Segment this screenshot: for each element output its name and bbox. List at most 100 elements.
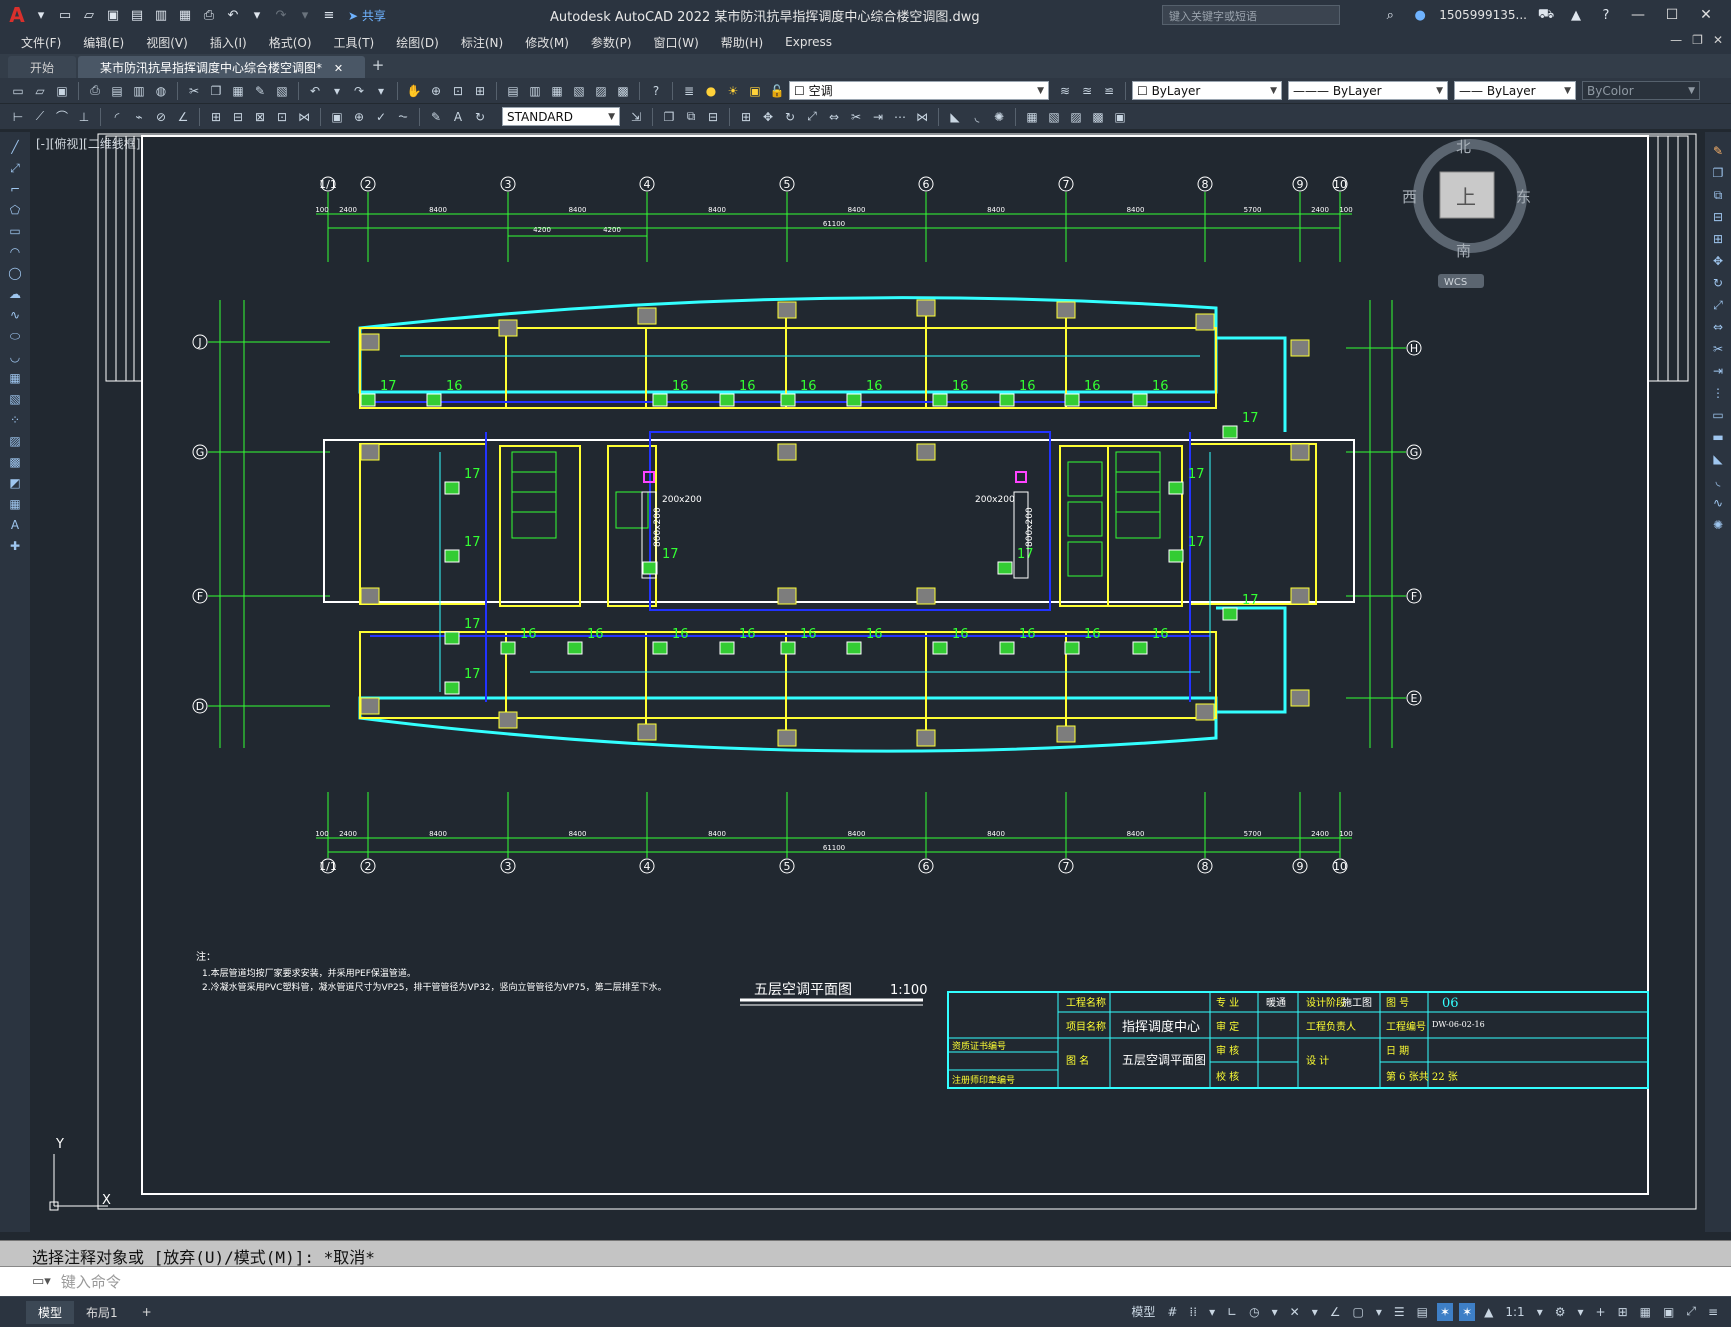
plotstyle-dropdown[interactable]: ByColor ▼ <box>1582 81 1700 100</box>
model-space-button[interactable]: 模型 <box>1128 1301 1158 1322</box>
match-properties-icon[interactable]: ✎ <box>250 81 270 101</box>
quick-properties-icon[interactable]: ▦ <box>1637 1303 1654 1321</box>
customization-icon[interactable]: ≡ <box>1705 1303 1721 1321</box>
layer-thaw-icon[interactable]: ☀ <box>723 81 743 101</box>
search-input[interactable]: 键入关键字或短语 <box>1162 5 1340 25</box>
polar-icon[interactable]: ◷ <box>1246 1303 1262 1321</box>
print-icon[interactable]: ⎙ <box>85 81 105 101</box>
lock-ui-icon[interactable]: ▣ <box>1660 1303 1677 1321</box>
construction-line-icon[interactable]: ⤢ <box>5 159 25 177</box>
break-right-icon[interactable]: ▭ <box>1708 406 1728 424</box>
menu-file[interactable]: 文件(F) <box>10 34 72 51</box>
3d-print-icon[interactable]: ◍ <box>151 81 171 101</box>
polar-dropdown-icon[interactable]: ▾ <box>1269 1303 1281 1321</box>
layer-on-icon[interactable]: ● <box>701 81 721 101</box>
make-current-layer-icon[interactable]: ≋ <box>1055 81 1075 101</box>
join-icon[interactable]: ⋈ <box>912 107 932 127</box>
inspect-icon[interactable]: ✓ <box>371 107 391 127</box>
region-icon[interactable]: ◩ <box>5 474 25 492</box>
stretch-right-icon[interactable]: ⇔ <box>1708 318 1728 336</box>
center-mark-icon[interactable]: ⊕ <box>349 107 369 127</box>
insert-block-left-icon[interactable]: ▦ <box>5 369 25 387</box>
auto-scale-icon[interactable]: ✶ <box>1459 1302 1476 1321</box>
undo-toolbar-icon[interactable]: ↶ <box>305 81 325 101</box>
rectangle-icon[interactable]: ▭ <box>5 222 25 240</box>
command-placeholder[interactable]: 键入命令 <box>61 1271 121 1292</box>
gradient-icon[interactable]: ▩ <box>5 453 25 471</box>
print-preview-icon[interactable]: ▤ <box>107 81 127 101</box>
design-center-icon[interactable]: ▥ <box>525 81 545 101</box>
minimize-button[interactable]: — <box>1625 7 1651 23</box>
redo-dropdown-icon[interactable]: ▾ <box>294 4 316 26</box>
help-icon[interactable]: ? <box>1595 4 1617 26</box>
blend-curves-icon[interactable]: ∿ <box>1708 494 1728 512</box>
app-menu-dropdown-icon[interactable]: ▾ <box>30 4 52 26</box>
user-icon[interactable]: ● <box>1409 4 1431 26</box>
viewcube-south[interactable]: 南 <box>1456 242 1471 260</box>
make-block-left-icon[interactable]: ▧ <box>5 390 25 408</box>
add-layout-button[interactable]: + <box>130 1302 164 1322</box>
ortho-icon[interactable]: ∟ <box>1224 1303 1240 1321</box>
line-icon[interactable]: ╱ <box>5 138 25 156</box>
tab-close-icon[interactable]: ✕ <box>334 62 343 75</box>
annotation-scale-value[interactable]: 1:1 <box>1502 1303 1527 1321</box>
layer-lock-icon[interactable]: 🔓 <box>767 81 787 101</box>
annotation-scale-icon[interactable]: ▲ <box>1481 1303 1496 1321</box>
plot-icon[interactable]: ⎙ <box>198 4 220 26</box>
maximize-button[interactable]: ☐ <box>1659 7 1685 23</box>
add-annotation-icon[interactable]: + <box>1593 1303 1609 1321</box>
dim-text-edit-icon[interactable]: A <box>448 107 468 127</box>
quick-dim-icon[interactable]: ⊞ <box>206 107 226 127</box>
save-icon[interactable]: ▣ <box>102 4 124 26</box>
user-name[interactable]: 1505999135... <box>1439 8 1527 22</box>
floor-plan-canvas[interactable]: [-][俯视][二维线框] 1/1 1/1 2 2 3 3 4 4 5 5 6 6 7 7 8 8 9 9 10 10… <box>30 132 1705 1236</box>
rotate-icon[interactable]: ↻ <box>780 107 800 127</box>
layer-properties-icon[interactable]: ≣ <box>679 81 699 101</box>
doc-restore-icon[interactable]: ❐ <box>1692 33 1703 47</box>
zoom-previous-icon[interactable]: ⊞ <box>470 81 490 101</box>
isodraft-icon[interactable]: ✕ <box>1287 1303 1303 1321</box>
open-file-icon[interactable]: ▱ <box>78 4 100 26</box>
scale-right-icon[interactable]: ⤢ <box>1708 296 1728 314</box>
object-snap-icon[interactable]: ▢ <box>1350 1303 1367 1321</box>
menu-modify[interactable]: 修改(M) <box>514 34 580 51</box>
dim-aligned-icon[interactable]: ⟋ <box>30 107 50 127</box>
annotation-scale-dropdown-icon[interactable]: ▾ <box>1534 1303 1546 1321</box>
pan-icon[interactable]: ✋ <box>404 81 424 101</box>
menu-help[interactable]: 帮助(H) <box>710 34 774 51</box>
redo-icon[interactable]: ↷ <box>270 4 292 26</box>
move-right-icon[interactable]: ✥ <box>1708 252 1728 270</box>
table-icon[interactable]: ▦ <box>5 495 25 513</box>
spline-icon[interactable]: ∿ <box>5 306 25 324</box>
redo-toolbar-icon[interactable]: ↷ <box>349 81 369 101</box>
layer-viewport-icon[interactable]: ▣ <box>745 81 765 101</box>
block-editor-icon[interactable]: ▧ <box>272 81 292 101</box>
tool-palettes-icon[interactable]: ▦ <box>547 81 567 101</box>
snap-dropdown-icon[interactable]: ▾ <box>1206 1303 1218 1321</box>
units-icon[interactable]: ⊞ <box>1615 1303 1631 1321</box>
paste-icon[interactable]: ▦ <box>228 81 248 101</box>
zoom-realtime-icon[interactable]: ⊕ <box>426 81 446 101</box>
undo-toolbar-dropdown-icon[interactable]: ▾ <box>327 81 347 101</box>
menu-tools[interactable]: 工具(T) <box>323 34 386 51</box>
jogged-linear-icon[interactable]: ⏦ <box>393 107 413 127</box>
snap-icon[interactable]: ⁞⁞ <box>1186 1303 1200 1321</box>
autodesk-app-icon[interactable]: ▲ <box>1565 4 1587 26</box>
dim-diameter-icon[interactable]: ⊘ <box>151 107 171 127</box>
new-tab-button[interactable]: + <box>367 56 389 78</box>
mtext-icon[interactable]: A <box>5 516 25 534</box>
save-web-icon[interactable]: ▦ <box>174 4 196 26</box>
object-snap-dropdown-icon[interactable]: ▾ <box>1373 1303 1385 1321</box>
text-style-dropdown[interactable]: STANDARD ▼ <box>502 107 620 126</box>
polyline-icon[interactable]: ⌐ <box>5 180 25 198</box>
point-icon[interactable]: ⁘ <box>5 411 25 429</box>
viewcube-top[interactable]: 上 <box>1456 185 1476 209</box>
new-file-icon[interactable]: ▭ <box>54 4 76 26</box>
calculator-icon[interactable]: ▩ <box>613 81 633 101</box>
break-icon[interactable]: ⋯ <box>890 107 910 127</box>
tab-start[interactable]: 开始 <box>8 56 77 78</box>
dim-space-icon[interactable]: ⊡ <box>272 107 292 127</box>
save-toolbar-icon[interactable]: ▣ <box>52 81 72 101</box>
tab-layout1[interactable]: 布局1 <box>74 1301 130 1324</box>
add-selected-icon[interactable]: ✚ <box>5 537 25 555</box>
